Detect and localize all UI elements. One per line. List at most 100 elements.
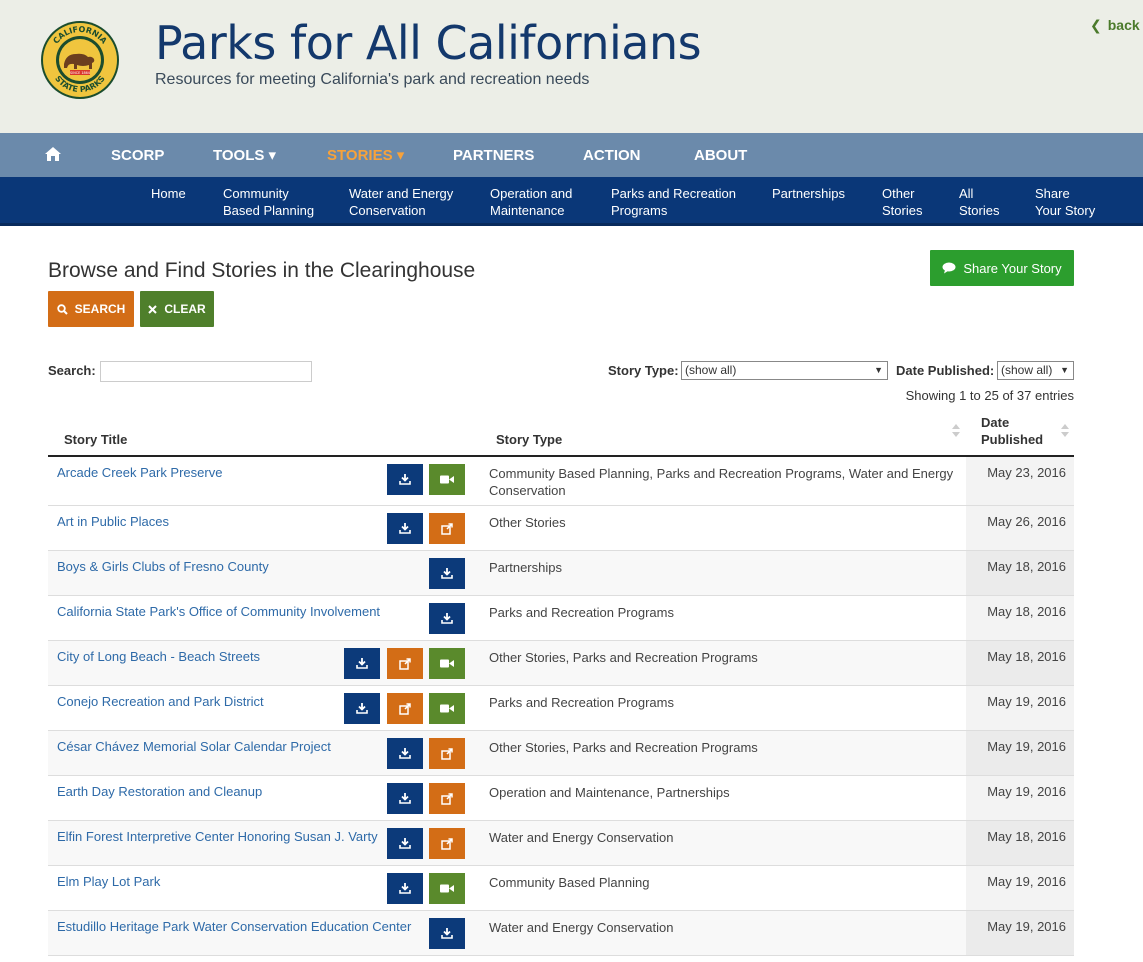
- column-header-title[interactable]: Story Title: [64, 431, 127, 448]
- back-link[interactable]: ❮ back t: [1090, 17, 1143, 34]
- story-title-link[interactable]: Conejo Recreation and Park District: [57, 694, 264, 709]
- subnav-parks-recreation-programs[interactable]: Parks and Recreation Programs: [611, 185, 736, 219]
- story-type-cell: Parks and Recreation Programs: [489, 605, 674, 620]
- video-button[interactable]: [429, 693, 465, 724]
- table-row: Arcade Creek Park Preserve Community Bas…: [48, 457, 1074, 506]
- download-button[interactable]: [387, 873, 423, 904]
- subnav-all-stories[interactable]: All Stories: [959, 185, 999, 219]
- nav-action[interactable]: ACTION: [583, 133, 641, 177]
- download-button[interactable]: [387, 464, 423, 495]
- video-button[interactable]: [429, 873, 465, 904]
- story-title-link[interactable]: Boys & Girls Clubs of Fresno County: [57, 559, 269, 574]
- external-link-button[interactable]: [387, 693, 423, 724]
- download-button[interactable]: [387, 783, 423, 814]
- story-type-cell: Community Based Planning: [489, 875, 650, 890]
- date-value: May 18, 2016: [987, 829, 1066, 844]
- home-icon[interactable]: [44, 146, 62, 162]
- download-icon: [356, 703, 368, 714]
- subnav-operation-maintenance[interactable]: Operation and Maintenance: [490, 185, 572, 219]
- column-header-date[interactable]: Date Published: [981, 414, 1043, 448]
- video-icon: [440, 704, 454, 713]
- subnav-label: Parks and Recreation: [611, 186, 737, 201]
- table-row: Elm Play Lot Park Community Based Planni…: [48, 866, 1074, 911]
- search-button[interactable]: SEARCH: [48, 291, 134, 327]
- nav-stories[interactable]: STORIES ▾: [327, 133, 404, 177]
- subnav-home[interactable]: Home: [151, 185, 186, 202]
- table-row: Estudillo Heritage Park Water Conservati…: [48, 911, 1074, 956]
- subnav-label: Based Planning: [223, 203, 315, 218]
- story-type-select[interactable]: (show all) ▼: [681, 361, 888, 380]
- download-button[interactable]: [387, 513, 423, 544]
- table-row: City of Long Beach - Beach Streets Other…: [48, 641, 1074, 686]
- external-link-button[interactable]: [429, 513, 465, 544]
- search-label: Search:: [48, 363, 96, 378]
- external-link-button[interactable]: [429, 783, 465, 814]
- share-button-label: Share Your Story: [963, 260, 1062, 276]
- close-icon: [148, 304, 158, 314]
- download-icon: [399, 474, 411, 485]
- share-your-story-button[interactable]: Share Your Story: [930, 250, 1074, 286]
- column-header-date-line: Published: [981, 432, 1044, 447]
- download-button[interactable]: [429, 918, 465, 949]
- story-type-label: Story Type:: [608, 363, 679, 378]
- video-button[interactable]: [429, 464, 465, 495]
- story-title-link[interactable]: César Chávez Memorial Solar Calendar Pro…: [57, 739, 331, 754]
- story-title-link[interactable]: California State Park's Office of Commun…: [57, 604, 380, 619]
- nav-about[interactable]: ABOUT: [694, 133, 747, 177]
- date-published-label: Date Published:: [896, 363, 995, 378]
- nav-partners[interactable]: PARTNERS: [453, 133, 534, 177]
- story-title-link[interactable]: Elm Play Lot Park: [57, 874, 160, 889]
- external-link-button[interactable]: [429, 738, 465, 769]
- story-title-link[interactable]: Estudillo Heritage Park Water Conservati…: [57, 919, 411, 934]
- sort-icon[interactable]: [952, 424, 960, 438]
- story-title-link[interactable]: Art in Public Places: [57, 514, 169, 529]
- table-row: Boys & Girls Clubs of Fresno County Part…: [48, 551, 1074, 596]
- story-title-link[interactable]: Earth Day Restoration and Cleanup: [57, 784, 262, 799]
- subnav-label: Stories: [882, 203, 923, 218]
- download-icon: [441, 928, 453, 939]
- column-header-type[interactable]: Story Type: [496, 431, 562, 448]
- subnav-water-energy[interactable]: Water and Energy Conservation: [349, 185, 453, 219]
- date-published-select[interactable]: (show all) ▼: [997, 361, 1074, 380]
- story-type-cell: Water and Energy Conservation: [489, 830, 674, 845]
- download-button[interactable]: [429, 558, 465, 589]
- date-value: May 23, 2016: [987, 465, 1066, 480]
- nav-scorp[interactable]: SCORP: [111, 133, 164, 177]
- story-title-link[interactable]: Arcade Creek Park Preserve: [57, 465, 222, 480]
- download-button[interactable]: [387, 738, 423, 769]
- download-icon: [399, 793, 411, 804]
- download-icon: [399, 883, 411, 894]
- main-nav: SCORP TOOLS ▾ STORIES ▾ PARTNERS ACTION …: [0, 133, 1143, 177]
- page-title: Browse and Find Stories in the Clearingh…: [48, 259, 476, 282]
- site-title[interactable]: Parks for All Californians: [155, 16, 702, 70]
- column-header-date-line: Date: [981, 415, 1010, 430]
- subnav-community-based-planning[interactable]: Community Based Planning: [223, 185, 314, 219]
- date-value: May 19, 2016: [987, 694, 1066, 709]
- subnav-other-stories[interactable]: Other Stories: [882, 185, 922, 219]
- external-link-button[interactable]: [387, 648, 423, 679]
- clear-button[interactable]: CLEAR: [140, 291, 214, 327]
- download-icon: [356, 658, 368, 669]
- subnav-partnerships[interactable]: Partnerships: [772, 185, 845, 202]
- comment-icon: [942, 262, 956, 274]
- download-button[interactable]: [344, 693, 380, 724]
- search-input[interactable]: [100, 361, 312, 382]
- download-icon: [399, 523, 411, 534]
- download-icon: [441, 568, 453, 579]
- nav-tools[interactable]: TOOLS ▾: [213, 133, 276, 177]
- stories-subnav: Home Community Based Planning Water and E…: [0, 177, 1143, 226]
- california-state-parks-logo[interactable]: SINCE 1864 CALIFORNIA STATE PARKS: [40, 20, 120, 100]
- download-button[interactable]: [387, 828, 423, 859]
- download-button[interactable]: [344, 648, 380, 679]
- story-title-link[interactable]: Elfin Forest Interpretive Center Honorin…: [57, 829, 378, 844]
- subnav-label: Conservation: [349, 203, 426, 218]
- story-title-link[interactable]: City of Long Beach - Beach Streets: [57, 649, 260, 664]
- download-icon: [399, 748, 411, 759]
- stories-table: Arcade Creek Park Preserve Community Bas…: [48, 457, 1074, 956]
- sort-icon[interactable]: [1061, 424, 1069, 438]
- subnav-share-your-story[interactable]: Share Your Story: [1035, 185, 1095, 219]
- site-subtitle: Resources for meeting California's park …: [155, 71, 590, 88]
- download-button[interactable]: [429, 603, 465, 634]
- video-button[interactable]: [429, 648, 465, 679]
- external-link-button[interactable]: [429, 828, 465, 859]
